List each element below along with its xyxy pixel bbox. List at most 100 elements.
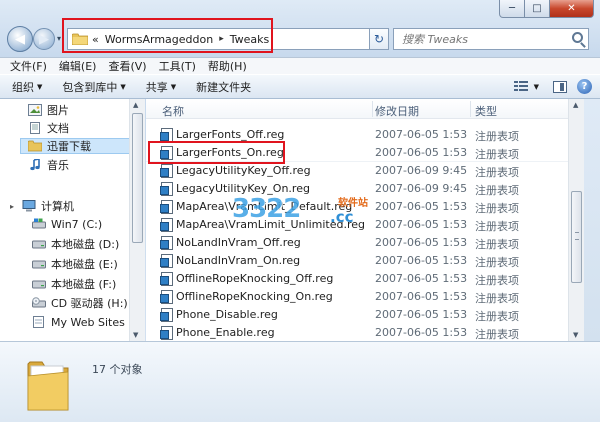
column-headers: 名称 修改日期 类型 xyxy=(146,99,584,119)
address-overflow[interactable]: « xyxy=(92,33,99,46)
file-date: 2007-06-05 1:53 xyxy=(375,218,468,231)
scrollbar-thumb[interactable] xyxy=(132,113,143,243)
scroll-down-icon[interactable]: ▼ xyxy=(573,331,578,339)
table-row[interactable]: MapArea\VramLimit_Unlimited.reg 2007-06-… xyxy=(146,217,584,233)
back-button[interactable]: ◀ xyxy=(7,26,33,52)
file-date: 2007-06-05 1:53 xyxy=(375,290,468,303)
file-name: LargerFonts_Off.reg xyxy=(176,128,285,141)
file-date: 2007-06-05 1:53 xyxy=(375,272,468,285)
table-row[interactable]: OfflineRopeKnocking_Off.reg 2007-06-05 1… xyxy=(146,271,584,287)
file-type: 注册表项 xyxy=(475,148,519,161)
registry-file-icon xyxy=(160,128,173,142)
view-details-icon[interactable] xyxy=(513,80,528,93)
forward-button[interactable]: ▶ xyxy=(33,28,55,50)
menu-edit[interactable]: 编辑(E) xyxy=(59,58,97,74)
expand-computer-icon[interactable]: ▸ xyxy=(10,202,14,211)
sidebar-item-drive-f[interactable]: 本地磁盘 (F:) xyxy=(32,276,116,292)
sidebar-item-label: 本地磁盘 (E:) xyxy=(51,258,118,271)
table-row[interactable]: NoLandInVram_Off.reg 2007-06-05 1:53 注册表… xyxy=(146,235,584,251)
registry-file-icon xyxy=(160,272,173,286)
sidebar-item-documents[interactable]: 文档 xyxy=(28,120,69,136)
computer-icon xyxy=(22,200,36,212)
new-folder-button[interactable]: 新建文件夹 xyxy=(196,79,251,95)
registry-file-icon xyxy=(160,182,173,196)
search-input[interactable] xyxy=(400,31,570,47)
preview-pane-icon[interactable] xyxy=(553,80,567,93)
window-edge xyxy=(584,99,600,341)
scroll-up-icon[interactable]: ▲ xyxy=(573,101,578,109)
sidebar-item-label: 计算机 xyxy=(41,200,74,213)
file-name: LegacyUtilityKey_Off.reg xyxy=(176,164,311,177)
table-row[interactable]: OfflineRopeKnocking_On.reg 2007-06-05 1:… xyxy=(146,289,584,305)
table-row[interactable]: LargerFonts_Off.reg 2007-06-05 1:53 注册表项 xyxy=(146,127,584,143)
file-date: 2007-06-05 1:53 xyxy=(375,146,468,159)
include-in-library-button[interactable]: 包含到库中 ▼ xyxy=(62,79,125,95)
hard-drive-icon xyxy=(32,260,46,269)
menu-tools[interactable]: 工具(T) xyxy=(159,58,196,74)
sidebar-item-my-web-sites[interactable]: My Web Sites on xyxy=(32,314,142,330)
close-button[interactable]: ✕ xyxy=(550,0,594,18)
menu-help[interactable]: 帮助(H) xyxy=(208,58,247,74)
table-row[interactable]: LegacyUtilityKey_On.reg 2007-06-09 9:45 … xyxy=(146,181,584,197)
navigation-pane-scrollbar[interactable]: ▲ ▼ xyxy=(129,99,145,341)
sidebar-item-drive-d[interactable]: 本地磁盘 (D:) xyxy=(32,236,119,252)
table-row[interactable]: NoLandInVram_On.reg 2007-06-05 1:53 注册表项 xyxy=(146,253,584,269)
sidebar-item-drive-c[interactable]: Win7 (C:) xyxy=(32,216,102,232)
file-type: 注册表项 xyxy=(475,238,519,251)
menu-file[interactable]: 文件(F) xyxy=(10,58,47,74)
column-header-type[interactable]: 类型 xyxy=(475,103,497,119)
column-divider[interactable] xyxy=(372,101,373,117)
menu-view[interactable]: 查看(V) xyxy=(108,58,146,74)
sidebar-item-drive-e[interactable]: 本地磁盘 (E:) xyxy=(32,256,118,272)
file-name: LegacyUtilityKey_On.reg xyxy=(176,182,310,195)
column-divider[interactable] xyxy=(470,101,471,117)
column-header-name[interactable]: 名称 xyxy=(162,103,184,119)
file-name: OfflineRopeKnocking_On.reg xyxy=(176,290,333,303)
table-row[interactable]: Phone_Disable.reg 2007-06-05 1:53 注册表项 xyxy=(146,307,584,323)
file-name: Phone_Disable.reg xyxy=(176,308,278,321)
sidebar-item-label: 迅雷下载 xyxy=(47,140,91,153)
sidebar-item-cd-drive-h[interactable]: CD 驱动器 (H:) xyxy=(32,295,128,311)
recent-pages-dropdown[interactable]: ▾ xyxy=(57,34,61,43)
column-header-date-modified[interactable]: 修改日期 xyxy=(375,103,419,119)
sidebar-item-music[interactable]: 音乐 xyxy=(28,157,69,173)
pictures-library-icon xyxy=(28,104,42,116)
search-box[interactable] xyxy=(393,28,589,50)
refresh-button[interactable]: ↻ xyxy=(369,28,389,50)
file-type: 注册表项 xyxy=(475,256,519,269)
music-library-icon xyxy=(30,159,40,171)
scroll-up-icon[interactable]: ▲ xyxy=(133,101,138,109)
breadcrumb-wormsarmageddon[interactable]: WormsArmageddon xyxy=(105,33,213,46)
explorer-window: ─ □ ✕ ◀ ▶ ▾ « WormsArmageddon ▸ Tweaks ▾… xyxy=(0,0,600,422)
registry-file-icon xyxy=(160,290,173,304)
registry-file-icon xyxy=(160,326,173,340)
scroll-down-icon[interactable]: ▼ xyxy=(133,331,138,339)
help-icon[interactable]: ? xyxy=(577,79,592,94)
address-bar[interactable]: « WormsArmageddon ▸ Tweaks ▾ xyxy=(67,28,387,50)
table-row[interactable]: Phone_Enable.reg 2007-06-05 1:53 注册表项 xyxy=(146,325,584,341)
organize-button[interactable]: 组织 ▼ xyxy=(12,79,42,95)
sidebar-item-thunder-downloads[interactable]: 迅雷下载 xyxy=(20,138,138,154)
sidebar-item-pictures[interactable]: 图片 xyxy=(28,102,69,118)
minimize-button[interactable]: ─ xyxy=(499,0,525,18)
file-list-scrollbar[interactable]: ▲ ▼ xyxy=(568,99,584,341)
table-row[interactable]: LargerFonts_On.reg 2007-06-05 1:53 注册表项 xyxy=(146,145,584,161)
view-options-dropdown-icon[interactable]: ▼ xyxy=(534,83,539,91)
details-pane: 17 个对象 xyxy=(0,341,600,422)
table-row[interactable]: MapArea\VramLimit_Default.reg 2007-06-05… xyxy=(146,199,584,215)
chevron-down-icon: ▼ xyxy=(37,82,43,91)
breadcrumb-tweaks[interactable]: Tweaks xyxy=(230,33,270,46)
sidebar-item-label: 图片 xyxy=(47,104,69,117)
navigation-bar: ◀ ▶ ▾ « WormsArmageddon ▸ Tweaks ▾ ↻ xyxy=(0,20,600,58)
sidebar-item-computer[interactable]: 计算机 xyxy=(22,198,74,214)
file-name: NoLandInVram_Off.reg xyxy=(176,236,301,249)
breadcrumb-chevron-icon[interactable]: ▸ xyxy=(219,34,224,44)
share-button[interactable]: 共享 ▼ xyxy=(146,79,176,95)
scrollbar-thumb[interactable] xyxy=(571,191,582,283)
search-icon[interactable] xyxy=(572,32,583,43)
file-type: 注册表项 xyxy=(475,220,519,233)
table-row[interactable]: LegacyUtilityKey_Off.reg 2007-06-09 9:45… xyxy=(146,163,584,179)
registry-file-icon xyxy=(160,146,173,160)
web-folder-icon xyxy=(33,316,44,328)
maximize-button[interactable]: □ xyxy=(525,0,550,18)
